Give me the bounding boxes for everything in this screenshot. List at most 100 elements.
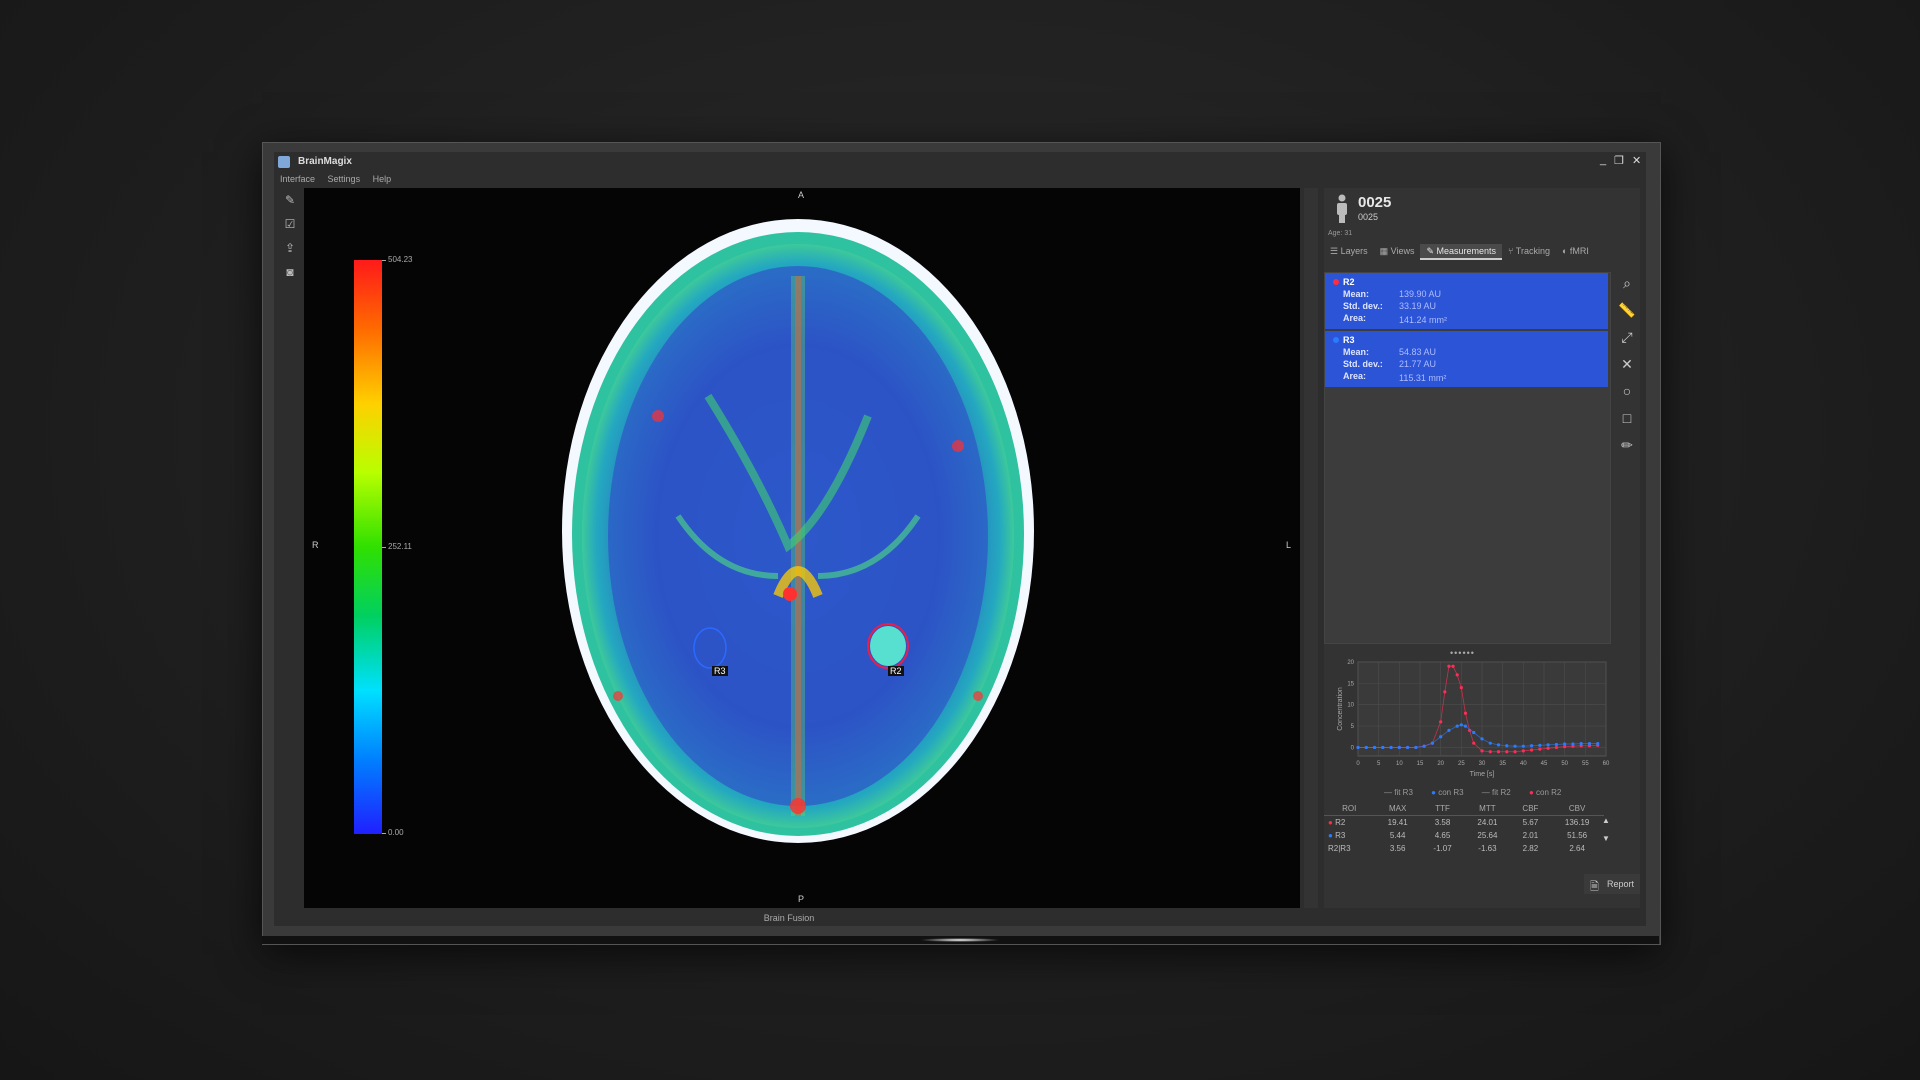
tab-layers[interactable]: ☰ Layers (1324, 244, 1374, 260)
circle-roi-icon[interactable]: ○ (1618, 382, 1636, 400)
data-point-1 (1554, 742, 1558, 747)
roi-cell: ● R2 (1328, 818, 1346, 827)
data-point-1 (1447, 728, 1451, 732)
power-light (920, 938, 1000, 942)
sd-label: Std. dev.: (1343, 359, 1383, 369)
ruler-icon[interactable]: 📏 (1618, 301, 1636, 319)
cell: -1.07 (1433, 844, 1452, 853)
mean-value: 54.83 AU (1399, 347, 1437, 357)
data-point-1 (1364, 745, 1368, 750)
x-tick-label: 35 (1499, 761, 1506, 767)
measurement-card-r3[interactable]: R3 Mean: 54.83 AU Std. dev.: 21.77 AU Ar… (1325, 331, 1608, 389)
cell: 19.41 (1387, 818, 1408, 827)
report-label: Report (1606, 879, 1634, 889)
patient-id: 0025 (1358, 194, 1392, 211)
y-tick-label: 10 (1347, 703, 1354, 709)
x-tick-label: 5 (1377, 761, 1381, 767)
menu-interface[interactable]: Interface (280, 174, 315, 184)
table-row[interactable]: R2|R3 3.56 -1.07 -1.63 2.82 2.64 (1324, 842, 1604, 855)
y-axis-label: Concentration (1337, 687, 1344, 731)
menu-bar: Interface Settings Help (280, 174, 401, 184)
col-header: MAX (1374, 802, 1421, 816)
area-label: Area: (1343, 313, 1367, 323)
col-header: CBF (1510, 802, 1551, 816)
data-point-0 (1451, 664, 1455, 668)
patient-age: Age: 31 (1328, 230, 1353, 237)
data-point-1 (1472, 730, 1476, 735)
roi-name: R3 (1335, 831, 1346, 840)
rectangle-roi-icon[interactable]: □ (1618, 409, 1636, 427)
report-button[interactable]: 🗎 Report (1584, 874, 1640, 894)
minimize-button[interactable]: _ (1600, 154, 1606, 166)
mean-label: Mean: (1343, 347, 1370, 357)
tab-tracking[interactable]: ⑂ Tracking (1502, 244, 1556, 260)
status-bar: Brain Fusion (763, 913, 815, 923)
panel-tabs: ☰ Layers ▦ Views ✎ Measurements ⑂ Tracki… (1324, 244, 1640, 260)
data-point-0 (1513, 750, 1517, 754)
mean-value: 139.90 AU (1399, 289, 1442, 299)
delete-icon[interactable]: ✕ (1618, 355, 1636, 373)
clipboard-check-icon[interactable]: ☑ (282, 216, 298, 232)
colorbar-mid: 252.11 (388, 542, 412, 551)
data-point-1 (1422, 744, 1426, 748)
y-tick-label: 5 (1351, 724, 1355, 730)
cell: 2.64 (1569, 844, 1585, 853)
camera-icon[interactable]: ◙ (282, 264, 298, 280)
expand-icon[interactable]: ⤢ (1618, 328, 1636, 346)
data-point-1 (1430, 741, 1434, 745)
cell: 5.67 (1522, 818, 1539, 827)
col-header: TTF (1420, 802, 1465, 816)
tab-views[interactable]: ▦ Views (1374, 244, 1421, 260)
x-tick-label: 10 (1396, 761, 1403, 767)
pencil-icon[interactable]: ✏ (1618, 436, 1636, 454)
x-tick-label: 50 (1561, 761, 1568, 767)
table-scrollbar[interactable]: ▲ ▼ (1602, 816, 1610, 843)
cell: 25.64 (1477, 831, 1498, 840)
tab-label: Tracking (1515, 246, 1550, 256)
cell: 4.65 (1434, 831, 1451, 840)
x-tick-label: 45 (1541, 761, 1548, 767)
tab-fmri[interactable]: ◐ fMRI (1556, 244, 1595, 260)
data-point-0 (1530, 748, 1534, 752)
table-row[interactable]: ● R3 5.44 4.65 25.64 2.01 51.56 (1324, 829, 1604, 842)
zoom-icon[interactable]: ⌕ (1618, 274, 1636, 292)
cell: 3.58 (1434, 818, 1451, 827)
orientation-right: R (312, 540, 319, 550)
magic-wand-icon[interactable]: ✎ (282, 192, 298, 208)
roi-label-r2[interactable]: R2 (888, 666, 904, 676)
share-icon[interactable]: ⇪ (282, 240, 298, 256)
menu-settings[interactable]: Settings (328, 174, 361, 184)
data-point-1 (1563, 742, 1567, 746)
col-header: MTT (1464, 802, 1511, 816)
data-point-1 (1571, 742, 1575, 746)
menu-help[interactable]: Help (373, 174, 392, 184)
roi-color-dot (1333, 337, 1339, 343)
data-point-0 (1455, 673, 1459, 677)
cell: 2.01 (1522, 831, 1539, 840)
y-tick-label: 0 (1351, 745, 1355, 751)
table-row[interactable]: ● R2 19.41 3.58 24.01 5.67 136.19 (1324, 816, 1604, 830)
viewer-scrollbar[interactable] (1304, 188, 1318, 908)
colorbar-min: 0.00 (388, 828, 404, 837)
image-viewer[interactable]: A P R L 504.23 252.11 0.00 R3 R2 (304, 188, 1300, 908)
data-point-0 (1447, 664, 1451, 668)
data-point-1 (1389, 745, 1393, 750)
roi-cell: R2|R3 (1328, 844, 1351, 853)
tab-measurements[interactable]: ✎ Measurements (1420, 244, 1503, 260)
x-tick-label: 20 (1437, 761, 1444, 767)
title-bar: BrainMagix _ ❐ ✕ (274, 152, 1646, 172)
data-point-1 (1505, 744, 1509, 748)
right-panel: 0025 0025 Age: 31 ☰ Layers ▦ Views ✎ Mea… (1324, 188, 1640, 908)
roi-label-r3[interactable]: R3 (712, 666, 728, 676)
col-header: ROI (1324, 802, 1375, 816)
measurement-card-r2[interactable]: R2 Mean: 139.90 AU Std. dev.: 33.19 AU A… (1325, 273, 1608, 331)
close-button[interactable]: ✕ (1632, 154, 1641, 167)
legend-fit-r2: — fit R2 (1481, 788, 1511, 797)
data-point-1 (1579, 742, 1583, 746)
data-point-1 (1546, 743, 1550, 747)
orientation-left: L (1286, 540, 1292, 550)
chart-legend: — fit R3 ● con R3 — fit R2 ● con R2 (1384, 788, 1577, 797)
y-tick-label: 15 (1347, 681, 1354, 687)
restore-button[interactable]: ❐ (1614, 154, 1624, 167)
data-point-1 (1596, 742, 1600, 746)
